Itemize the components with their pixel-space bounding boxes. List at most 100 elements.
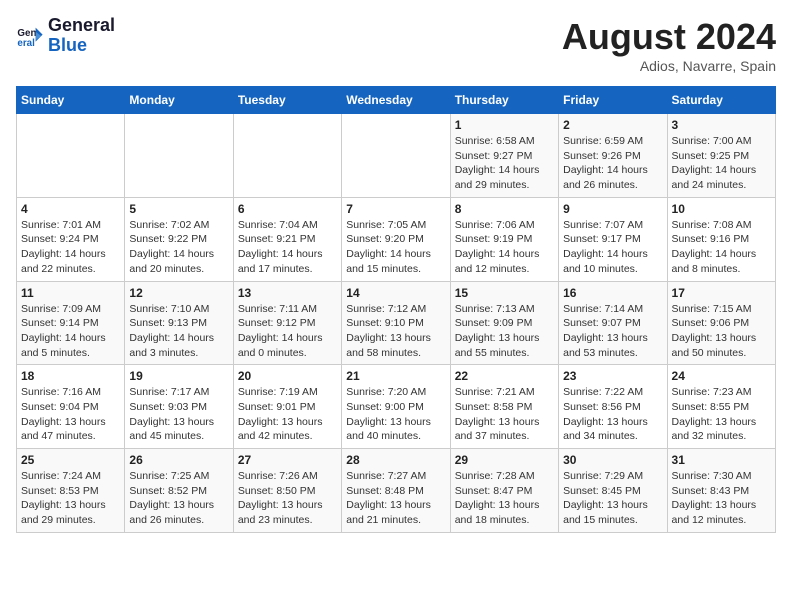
calendar-cell: 8 Sunrise: 7:06 AMSunset: 9:19 PMDaylight… [450, 197, 558, 281]
logo-icon: Gen eral [16, 22, 44, 50]
calendar-cell: 5 Sunrise: 7:02 AMSunset: 9:22 PMDaylight… [125, 197, 233, 281]
day-number: 4 [21, 202, 120, 216]
calendar-cell: 2 Sunrise: 6:59 AMSunset: 9:26 PMDaylight… [559, 114, 667, 198]
day-info: Sunrise: 7:19 AMSunset: 9:01 PMDaylight:… [238, 385, 337, 444]
calendar-cell: 1 Sunrise: 6:58 AMSunset: 9:27 PMDaylight… [450, 114, 558, 198]
calendar-cell: 13 Sunrise: 7:11 AMSunset: 9:12 PMDayligh… [233, 281, 341, 365]
calendar-cell: 7 Sunrise: 7:05 AMSunset: 9:20 PMDaylight… [342, 197, 450, 281]
calendar-cell: 6 Sunrise: 7:04 AMSunset: 9:21 PMDaylight… [233, 197, 341, 281]
day-info: Sunrise: 7:11 AMSunset: 9:12 PMDaylight:… [238, 302, 337, 361]
day-of-week-header: Tuesday [233, 87, 341, 114]
day-info: Sunrise: 7:20 AMSunset: 9:00 PMDaylight:… [346, 385, 445, 444]
day-info: Sunrise: 7:05 AMSunset: 9:20 PMDaylight:… [346, 218, 445, 277]
day-number: 29 [455, 453, 554, 467]
calendar-cell: 26 Sunrise: 7:25 AMSunset: 8:52 PMDayligh… [125, 449, 233, 533]
calendar-cell: 4 Sunrise: 7:01 AMSunset: 9:24 PMDaylight… [17, 197, 125, 281]
logo: Gen eral General Blue [16, 16, 115, 56]
day-info: Sunrise: 7:30 AMSunset: 8:43 PMDaylight:… [672, 469, 771, 528]
day-info: Sunrise: 7:29 AMSunset: 8:45 PMDaylight:… [563, 469, 662, 528]
day-of-week-header: Sunday [17, 87, 125, 114]
day-info: Sunrise: 6:58 AMSunset: 9:27 PMDaylight:… [455, 134, 554, 193]
calendar-cell: 25 Sunrise: 7:24 AMSunset: 8:53 PMDayligh… [17, 449, 125, 533]
calendar-cell: 22 Sunrise: 7:21 AMSunset: 8:58 PMDayligh… [450, 365, 558, 449]
calendar-cell: 24Sunrise: 7:23 AMSunset: 8:55 PMDayligh… [667, 365, 775, 449]
day-number: 11 [21, 286, 120, 300]
calendar-cell: 30 Sunrise: 7:29 AMSunset: 8:45 PMDayligh… [559, 449, 667, 533]
calendar-cell: 16Sunrise: 7:14 AMSunset: 9:07 PMDayligh… [559, 281, 667, 365]
day-info: Sunrise: 7:01 AMSunset: 9:24 PMDaylight:… [21, 218, 120, 277]
calendar-cell: 9 Sunrise: 7:07 AMSunset: 9:17 PMDaylight… [559, 197, 667, 281]
calendar-cell: 31Sunrise: 7:30 AMSunset: 8:43 PMDayligh… [667, 449, 775, 533]
day-number: 28 [346, 453, 445, 467]
calendar-cell [233, 114, 341, 198]
header: Gen eral General Blue August 2024 Adios,… [16, 16, 776, 74]
title-area: August 2024 Adios, Navarre, Spain [562, 16, 776, 74]
day-number: 9 [563, 202, 662, 216]
day-number: 24 [672, 369, 771, 383]
day-info: Sunrise: 7:09 AMSunset: 9:14 PMDaylight:… [21, 302, 120, 361]
day-info: Sunrise: 6:59 AMSunset: 9:26 PMDaylight:… [563, 134, 662, 193]
day-number: 3 [672, 118, 771, 132]
calendar-cell: 23 Sunrise: 7:22 AMSunset: 8:56 PMDayligh… [559, 365, 667, 449]
calendar-cell: 19 Sunrise: 7:17 AMSunset: 9:03 PMDayligh… [125, 365, 233, 449]
day-info: Sunrise: 7:15 AMSunset: 9:06 PMDaylight:… [672, 302, 771, 361]
svg-text:eral: eral [17, 38, 35, 49]
day-info: Sunrise: 7:13 AMSunset: 9:09 PMDaylight:… [455, 302, 554, 361]
day-info: Sunrise: 7:06 AMSunset: 9:19 PMDaylight:… [455, 218, 554, 277]
day-number: 30 [563, 453, 662, 467]
day-number: 13 [238, 286, 337, 300]
day-info: Sunrise: 7:21 AMSunset: 8:58 PMDaylight:… [455, 385, 554, 444]
day-number: 8 [455, 202, 554, 216]
calendar-cell: 18 Sunrise: 7:16 AMSunset: 9:04 PMDayligh… [17, 365, 125, 449]
day-info: Sunrise: 7:27 AMSunset: 8:48 PMDaylight:… [346, 469, 445, 528]
day-number: 22 [455, 369, 554, 383]
day-of-week-header: Friday [559, 87, 667, 114]
day-info: Sunrise: 7:10 AMSunset: 9:13 PMDaylight:… [129, 302, 228, 361]
day-info: Sunrise: 7:22 AMSunset: 8:56 PMDaylight:… [563, 385, 662, 444]
day-number: 1 [455, 118, 554, 132]
day-of-week-header: Thursday [450, 87, 558, 114]
day-number: 21 [346, 369, 445, 383]
day-number: 23 [563, 369, 662, 383]
day-of-week-header: Saturday [667, 87, 775, 114]
calendar-cell: 29Sunrise: 7:28 AMSunset: 8:47 PMDayligh… [450, 449, 558, 533]
location-subtitle: Adios, Navarre, Spain [562, 58, 776, 74]
day-info: Sunrise: 7:00 AMSunset: 9:25 PMDaylight:… [672, 134, 771, 193]
day-number: 7 [346, 202, 445, 216]
logo-general: General [48, 16, 115, 36]
day-info: Sunrise: 7:16 AMSunset: 9:04 PMDaylight:… [21, 385, 120, 444]
day-info: Sunrise: 7:07 AMSunset: 9:17 PMDaylight:… [563, 218, 662, 277]
month-title: August 2024 [562, 16, 776, 58]
calendar-cell: 27 Sunrise: 7:26 AMSunset: 8:50 PMDayligh… [233, 449, 341, 533]
day-number: 2 [563, 118, 662, 132]
calendar-cell: 11 Sunrise: 7:09 AMSunset: 9:14 PMDayligh… [17, 281, 125, 365]
day-info: Sunrise: 7:24 AMSunset: 8:53 PMDaylight:… [21, 469, 120, 528]
day-of-week-header: Monday [125, 87, 233, 114]
day-number: 26 [129, 453, 228, 467]
day-number: 25 [21, 453, 120, 467]
day-number: 6 [238, 202, 337, 216]
calendar-cell [17, 114, 125, 198]
day-info: Sunrise: 7:04 AMSunset: 9:21 PMDaylight:… [238, 218, 337, 277]
calendar-cell [125, 114, 233, 198]
day-info: Sunrise: 7:17 AMSunset: 9:03 PMDaylight:… [129, 385, 228, 444]
day-number: 12 [129, 286, 228, 300]
calendar-table: SundayMondayTuesdayWednesdayThursdayFrid… [16, 86, 776, 533]
calendar-cell: 10Sunrise: 7:08 AMSunset: 9:16 PMDayligh… [667, 197, 775, 281]
calendar-cell: 20 Sunrise: 7:19 AMSunset: 9:01 PMDayligh… [233, 365, 341, 449]
day-number: 18 [21, 369, 120, 383]
day-info: Sunrise: 7:25 AMSunset: 8:52 PMDaylight:… [129, 469, 228, 528]
calendar-cell: 15Sunrise: 7:13 AMSunset: 9:09 PMDayligh… [450, 281, 558, 365]
day-info: Sunrise: 7:02 AMSunset: 9:22 PMDaylight:… [129, 218, 228, 277]
day-number: 16 [563, 286, 662, 300]
day-number: 14 [346, 286, 445, 300]
day-info: Sunrise: 7:08 AMSunset: 9:16 PMDaylight:… [672, 218, 771, 277]
day-info: Sunrise: 7:26 AMSunset: 8:50 PMDaylight:… [238, 469, 337, 528]
calendar-cell [342, 114, 450, 198]
day-number: 17 [672, 286, 771, 300]
day-number: 19 [129, 369, 228, 383]
calendar-cell: 21 Sunrise: 7:20 AMSunset: 9:00 PMDayligh… [342, 365, 450, 449]
day-number: 20 [238, 369, 337, 383]
day-number: 5 [129, 202, 228, 216]
day-number: 27 [238, 453, 337, 467]
